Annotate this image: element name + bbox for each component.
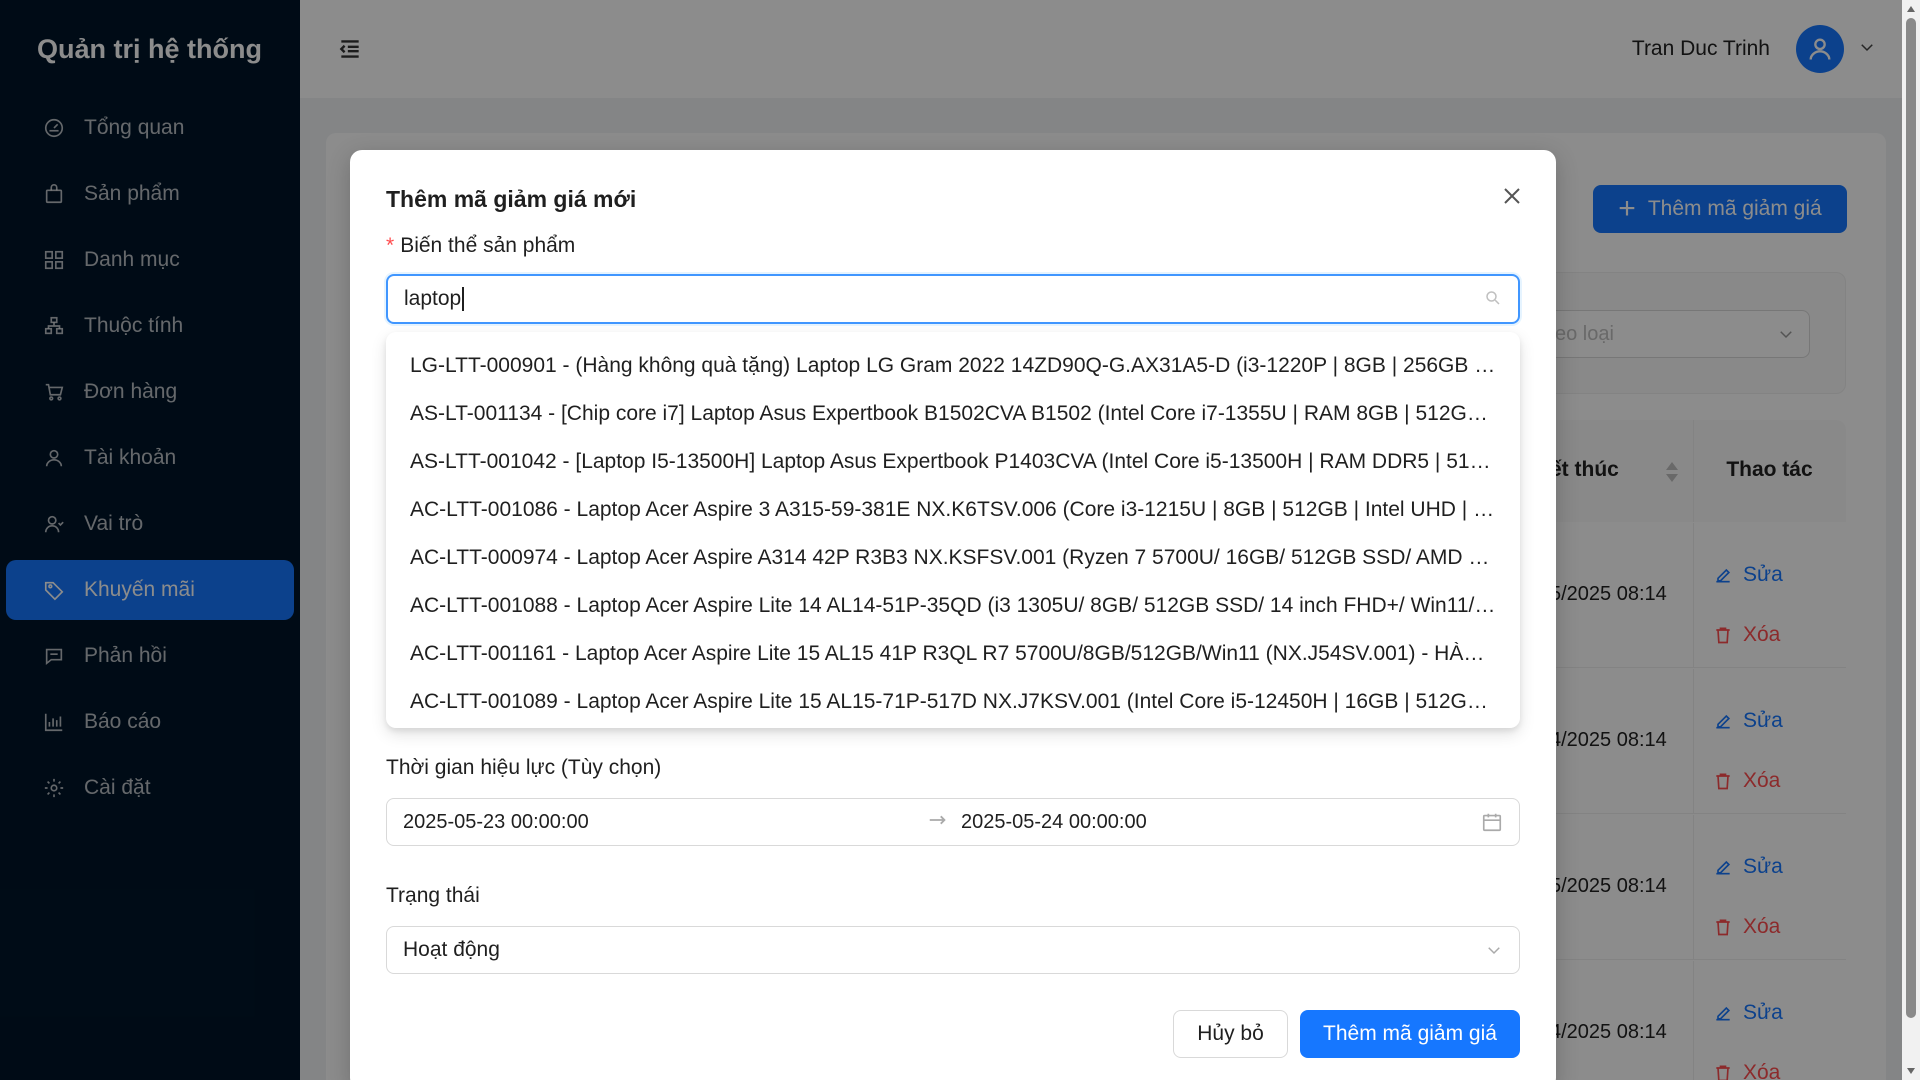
dropdown-option[interactable]: AS-LTT-001042 - [Laptop I5-13500H] Lapto… [386,438,1520,486]
close-icon[interactable] [1496,180,1528,212]
chevron-down-icon [1485,941,1503,965]
validity-label: Thời gian hiệu lực (Tùy chọn) [386,756,662,779]
validity-range-picker[interactable]: 2025-05-23 00:00:00 2025-05-24 00:00:00 [386,798,1520,846]
variant-label: * Biến thể sản phẩm [386,234,576,257]
start-time[interactable]: 2025-05-23 00:00:00 [403,811,589,834]
search-icon [1484,289,1502,313]
calendar-icon [1481,811,1503,839]
scroll-down-icon[interactable] [1907,1068,1915,1074]
dropdown-option[interactable]: AC-LTT-001089 - Laptop Acer Aspire Lite … [386,678,1520,726]
arrow-right-icon [927,809,949,837]
dropdown-option[interactable]: AC-LTT-001086 - Laptop Acer Aspire 3 A31… [386,486,1520,534]
page-scrollbar[interactable] [1902,0,1920,1080]
status-label: Trạng thái [386,884,480,907]
variant-search-input[interactable]: laptop [386,274,1520,324]
search-value: laptop [404,287,462,310]
dropdown-option[interactable]: AC-LTT-001088 - Laptop Acer Aspire Lite … [386,582,1520,630]
status-select[interactable]: Hoạt động [386,926,1520,974]
end-time[interactable]: 2025-05-24 00:00:00 [961,811,1147,834]
variant-dropdown: LG-LTT-000901 - (Hàng không quà tặng) La… [386,332,1520,728]
dropdown-option[interactable]: AC-LTT-000974 - Laptop Acer Aspire A314 … [386,534,1520,582]
scrollbar-thumb[interactable] [1906,18,1916,1018]
text-cursor [462,287,465,311]
required-mark: * [386,234,395,257]
dropdown-option[interactable]: LG-LTT-000901 - (Hàng không quà tặng) La… [386,342,1520,390]
dropdown-option[interactable]: AS-LT-001134 - [Chip core i7] Laptop Asu… [386,390,1520,438]
add-discount-modal: Thêm mã giảm giá mới * Biến thể sản phẩm … [350,150,1556,1080]
scroll-up-icon[interactable] [1907,6,1915,12]
modal-title: Thêm mã giảm giá mới [386,186,637,212]
status-value: Hoạt động [403,938,500,961]
dropdown-option[interactable]: AC-LTT-001161 - Laptop Acer Aspire Lite … [386,630,1520,678]
submit-button[interactable]: Thêm mã giảm giá [1300,1010,1520,1058]
cancel-button[interactable]: Hủy bỏ [1173,1010,1288,1058]
